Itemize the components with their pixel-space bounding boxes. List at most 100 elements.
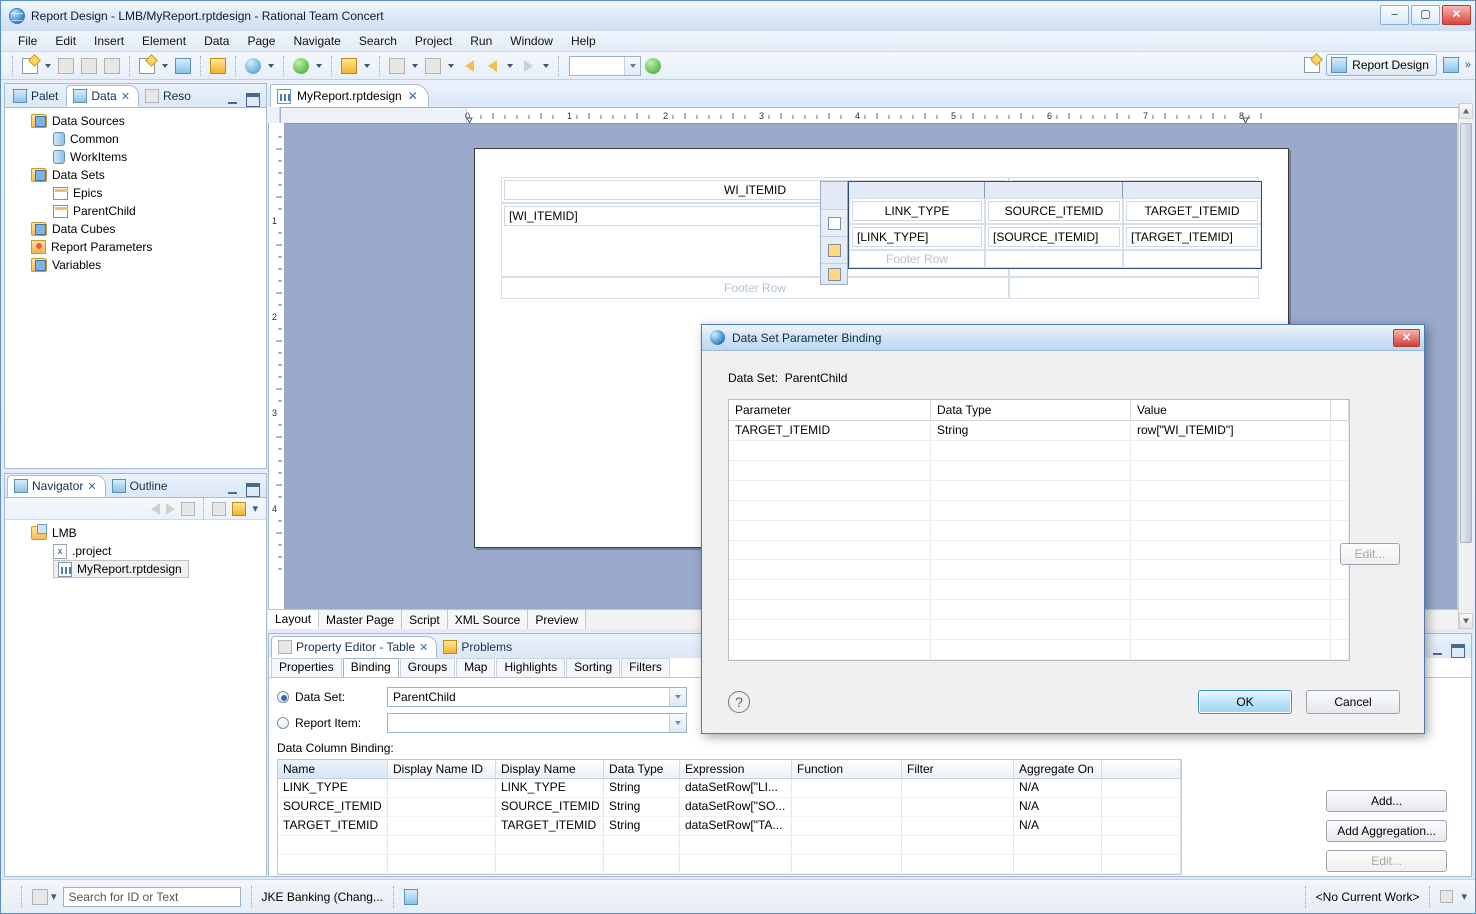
new-report-button[interactable] bbox=[19, 55, 41, 77]
column-header-function[interactable]: Function bbox=[792, 760, 902, 778]
tree-node-lmb[interactable]: LMB bbox=[5, 524, 266, 542]
dialog-close-button[interactable]: ✕ bbox=[1393, 328, 1420, 347]
column-handle[interactable] bbox=[1123, 182, 1261, 198]
new-wizard-dropdown[interactable] bbox=[159, 55, 171, 77]
column-handle[interactable] bbox=[849, 182, 985, 198]
data-target-itemid[interactable]: [TARGET_ITEMID] bbox=[1126, 227, 1258, 247]
table-row-empty[interactable] bbox=[278, 855, 1181, 874]
close-button[interactable]: ✕ bbox=[1442, 5, 1471, 25]
view-menu-icon[interactable]: ▾ bbox=[252, 502, 258, 515]
inner-footer-cell[interactable]: Footer Row bbox=[849, 250, 985, 268]
inner-footer-cell[interactable] bbox=[1123, 250, 1261, 268]
screenshot-button[interactable] bbox=[172, 55, 194, 77]
maximize-view-button[interactable] bbox=[1451, 644, 1465, 658]
inner-header-cell[interactable]: SOURCE_ITEMID bbox=[985, 198, 1123, 224]
data-set-parameter-binding-dialog[interactable]: Data Set Parameter Binding ✕ Data Set: P… bbox=[701, 324, 1425, 734]
tab-script[interactable]: Script bbox=[402, 610, 448, 629]
tree-node-workitems[interactable]: WorkItems bbox=[5, 148, 266, 166]
table-row[interactable]: SOURCE_ITEMID SOURCE_ITEMID String dataS… bbox=[278, 798, 1181, 817]
menu-file[interactable]: File bbox=[9, 32, 46, 50]
table-row[interactable]: LINK_TYPE LINK_TYPE String dataSetRow["L… bbox=[278, 779, 1181, 798]
add-aggregation-button[interactable]: Add Aggregation... bbox=[1326, 820, 1447, 842]
maximize-view-button[interactable] bbox=[246, 93, 260, 107]
export-button[interactable] bbox=[422, 55, 444, 77]
tab-navigator-close-icon[interactable]: ✕ bbox=[87, 480, 96, 493]
table-row[interactable]: TARGET_ITEMID TARGET_ITEMID String dataS… bbox=[278, 817, 1181, 836]
run-button[interactable] bbox=[290, 55, 312, 77]
debug-dropdown[interactable] bbox=[361, 55, 373, 77]
column-header-filter[interactable]: Filter bbox=[902, 760, 1014, 778]
open-perspective-button[interactable] bbox=[1301, 54, 1323, 76]
table-row-empty[interactable] bbox=[729, 600, 1349, 621]
table-row-empty[interactable] bbox=[278, 836, 1181, 855]
column-header-data-type[interactable]: Data Type bbox=[931, 400, 1131, 420]
tab-property-editor-close-icon[interactable]: ✕ bbox=[419, 641, 428, 654]
column-header-data-type[interactable]: Data Type bbox=[604, 760, 680, 778]
debug-button[interactable] bbox=[338, 55, 360, 77]
column-header-display-name[interactable]: Display Name bbox=[496, 760, 604, 778]
import-button[interactable] bbox=[386, 55, 408, 77]
inner-header-cell[interactable]: TARGET_ITEMID bbox=[1123, 198, 1261, 224]
build-status-icon[interactable] bbox=[403, 888, 418, 905]
project-area-label[interactable]: JKE Banking (Chang... bbox=[262, 890, 383, 904]
table-row-empty[interactable] bbox=[729, 480, 1349, 501]
column-header-parameter[interactable]: Parameter bbox=[729, 400, 931, 420]
data-link-type[interactable]: [LINK_TYPE] bbox=[852, 227, 982, 247]
search-dropdown-icon[interactable]: ▾ bbox=[51, 890, 57, 903]
export-dropdown[interactable] bbox=[445, 55, 457, 77]
column-header-display-name-id[interactable]: Display Name ID bbox=[388, 760, 496, 778]
row-gutter[interactable] bbox=[820, 181, 848, 285]
subtab-highlights[interactable]: Highlights bbox=[496, 658, 566, 677]
column-header-name[interactable]: Name bbox=[278, 760, 388, 778]
inner-header-cell[interactable]: LINK_TYPE bbox=[849, 198, 985, 224]
chevron-down-icon[interactable] bbox=[669, 688, 686, 706]
maximize-button[interactable]: ▢ bbox=[1411, 5, 1440, 25]
add-binding-button[interactable]: Add... bbox=[1326, 790, 1447, 812]
subtab-binding[interactable]: Binding bbox=[342, 658, 399, 677]
editor-tab-myreport[interactable]: MyReport.rptdesign ✕ bbox=[270, 84, 429, 107]
table-row[interactable]: TARGET_ITEMID String row["WI_ITEMID"] bbox=[729, 421, 1349, 441]
tab-outline[interactable]: Outline bbox=[106, 475, 176, 497]
tab-xml-source[interactable]: XML Source bbox=[447, 610, 529, 629]
forward-dropdown[interactable] bbox=[540, 55, 552, 77]
subtab-properties[interactable]: Properties bbox=[271, 658, 342, 677]
tab-preview[interactable]: Preview bbox=[528, 610, 587, 629]
tab-property-editor[interactable]: Property Editor - Table ✕ bbox=[271, 636, 438, 658]
perspective-report-design[interactable]: Report Design bbox=[1326, 54, 1437, 76]
ok-button[interactable]: OK bbox=[1198, 690, 1292, 714]
tab-resource[interactable]: Reso bbox=[139, 85, 199, 107]
menu-insert[interactable]: Insert bbox=[85, 32, 133, 50]
menu-help[interactable]: Help bbox=[562, 32, 605, 50]
label-target-itemid[interactable]: TARGET_ITEMID bbox=[1126, 201, 1258, 221]
inner-detail-cell[interactable]: [SOURCE_ITEMID] bbox=[985, 224, 1123, 250]
table-row-empty[interactable] bbox=[729, 540, 1349, 561]
import-dropdown[interactable] bbox=[409, 55, 421, 77]
gutter-footer-handle[interactable] bbox=[821, 264, 847, 284]
tab-master-page[interactable]: Master Page bbox=[319, 610, 403, 629]
column-handle[interactable] bbox=[985, 182, 1123, 198]
gutter-detail-handle[interactable] bbox=[821, 237, 847, 264]
column-header-expression[interactable]: Expression bbox=[680, 760, 792, 778]
work-item-button[interactable] bbox=[207, 55, 229, 77]
save-all-button[interactable] bbox=[78, 55, 100, 77]
tree-node-parentchild[interactable]: ParentChild bbox=[5, 202, 266, 220]
gutter-header-handle[interactable] bbox=[821, 210, 847, 237]
menu-page[interactable]: Page bbox=[238, 32, 284, 50]
tree-node-variables[interactable]: Variables bbox=[5, 256, 266, 274]
inner-table-container[interactable]: LINK_TYPE SOURCE_ITEMID TARGET_ITEMID [L… bbox=[820, 181, 1262, 285]
tree-node-report-parameters[interactable]: Report Parameters bbox=[5, 238, 266, 256]
menu-edit[interactable]: Edit bbox=[46, 32, 85, 50]
column-header-aggregate-on[interactable]: Aggregate On bbox=[1014, 760, 1102, 778]
parameter-binding-table[interactable]: Parameter Data Type Value TARGET_ITEMID … bbox=[728, 399, 1350, 661]
table-row-empty[interactable] bbox=[729, 560, 1349, 581]
table-row-empty[interactable] bbox=[729, 620, 1349, 641]
perspective-other-button[interactable] bbox=[1440, 54, 1462, 76]
table-row-empty[interactable] bbox=[729, 440, 1349, 461]
tree-node-epics[interactable]: Epics bbox=[5, 184, 266, 202]
report-item-combo[interactable] bbox=[387, 713, 687, 733]
subtab-sorting[interactable]: Sorting bbox=[566, 658, 621, 677]
data-column-binding-table[interactable]: Name Display Name ID Display Name Data T… bbox=[277, 759, 1182, 875]
tree-node-common[interactable]: Common bbox=[5, 130, 266, 148]
tree-node-myreport[interactable]: MyReport.rptdesign bbox=[53, 560, 189, 578]
subtab-filters[interactable]: Filters bbox=[621, 658, 670, 677]
